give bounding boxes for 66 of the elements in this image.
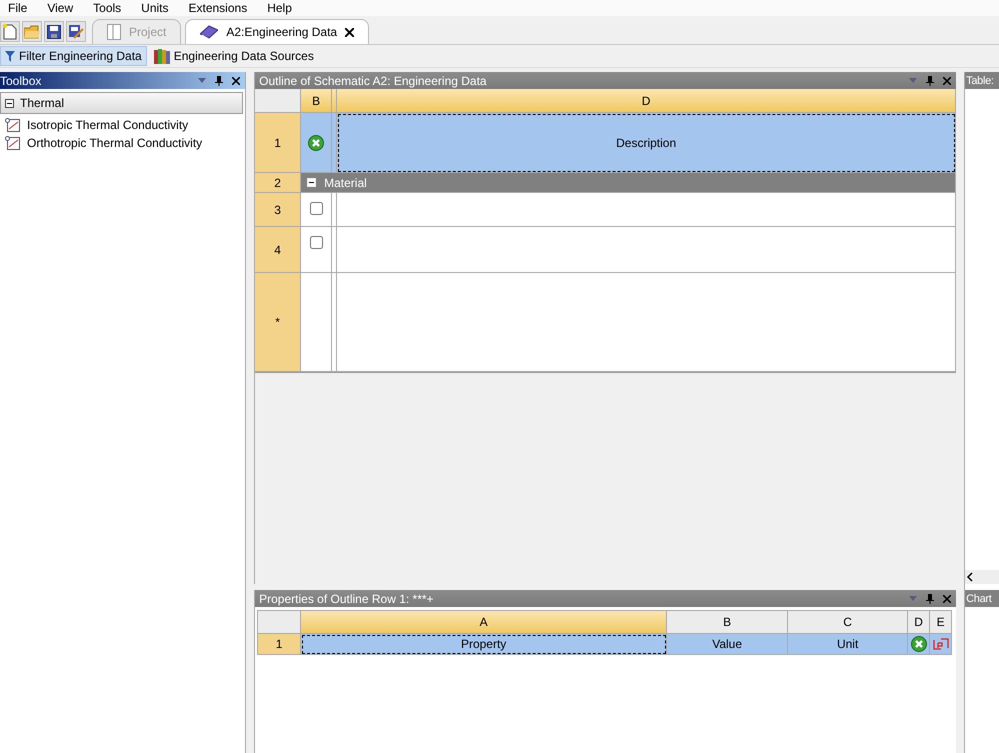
- table-cell[interactable]: [332, 273, 338, 372]
- close-icon[interactable]: [345, 28, 354, 36]
- menu-item[interactable]: Extensions: [188, 1, 262, 15]
- menu-item[interactable]: Help: [267, 1, 306, 15]
- close-icon[interactable]: [232, 76, 240, 84]
- filter-icon: [5, 50, 15, 62]
- column-header[interactable]: A: [301, 610, 668, 634]
- table-cell[interactable]: [332, 227, 338, 273]
- collapse-icon[interactable]: [5, 98, 14, 108]
- pin-icon[interactable]: [926, 76, 934, 86]
- row-number[interactable]: *: [255, 273, 302, 372]
- panel-title: Toolbox: [0, 74, 42, 88]
- save-icon[interactable]: [47, 24, 61, 38]
- row-number[interactable]: 2: [255, 173, 302, 193]
- menu-item[interactable]: Units: [141, 1, 182, 15]
- row-number[interactable]: 4: [255, 227, 302, 273]
- row-number[interactable]: 1: [255, 113, 302, 173]
- panel-title: Table:: [965, 72, 999, 89]
- menu-item[interactable]: File: [8, 1, 42, 15]
- table-cell[interactable]: [332, 193, 338, 227]
- table-cell[interactable]: [337, 227, 956, 273]
- panel-title: Outline of Schematic A2: Engineering Data: [259, 74, 487, 88]
- pin-icon[interactable]: [215, 76, 224, 86]
- corner-cell[interactable]: [257, 610, 302, 634]
- corner-cell[interactable]: [255, 89, 302, 113]
- toolbox-group[interactable]: Thermal: [0, 92, 244, 114]
- new-file-icon[interactable]: [3, 24, 17, 40]
- column-header[interactable]: B: [301, 89, 332, 113]
- toolbox-item[interactable]: Isotropic Thermal Conductivity: [0, 116, 246, 134]
- books-icon: [154, 48, 170, 64]
- layout-icon: [107, 24, 121, 40]
- column-header[interactable]: B: [667, 610, 788, 634]
- table-cell[interactable]: [301, 273, 332, 372]
- book-icon: [200, 25, 218, 39]
- menu-item[interactable]: Tools: [93, 1, 136, 15]
- panel-title: Properties of Outline Row 1: ***+: [259, 592, 434, 606]
- column-header[interactable]: D: [908, 610, 930, 634]
- toolbox-item[interactable]: Orthotropic Thermal Conductivity: [0, 134, 246, 152]
- toolbar-button[interactable]: Engineering Data Sources: [148, 46, 319, 66]
- column-header[interactable]: E: [930, 610, 952, 634]
- row-number[interactable]: 1: [257, 634, 302, 655]
- group-row[interactable]: Material: [301, 173, 956, 193]
- table-cell[interactable]: Value: [667, 634, 788, 655]
- pin-icon[interactable]: [926, 594, 934, 604]
- panel-title: Chart: [965, 590, 999, 607]
- scroll-left-icon[interactable]: [965, 572, 976, 582]
- checkbox[interactable]: [310, 202, 323, 215]
- table-cell[interactable]: Description: [337, 113, 956, 173]
- menu-item[interactable]: View: [47, 1, 88, 15]
- column-header[interactable]: C: [788, 610, 908, 634]
- dropdown-icon[interactable]: [198, 78, 206, 83]
- row-number[interactable]: 3: [255, 193, 302, 227]
- column-header[interactable]: D: [337, 89, 956, 113]
- graph-icon: [5, 118, 21, 132]
- folder-icon[interactable]: [24, 24, 40, 38]
- table-cell[interactable]: Property: [301, 634, 668, 655]
- error-icon: [910, 636, 927, 652]
- wand-icon[interactable]: [68, 24, 84, 40]
- checkbox[interactable]: [310, 236, 323, 249]
- tab[interactable]: A2:Engineering Data: [185, 19, 370, 44]
- table-cell[interactable]: [337, 193, 956, 227]
- toolbar-button[interactable]: Filter Engineering Data: [0, 46, 147, 66]
- graph-icon: [5, 136, 21, 150]
- table-cell[interactable]: Unit: [788, 634, 908, 655]
- error-icon: [308, 134, 324, 150]
- table-cell[interactable]: [337, 273, 956, 372]
